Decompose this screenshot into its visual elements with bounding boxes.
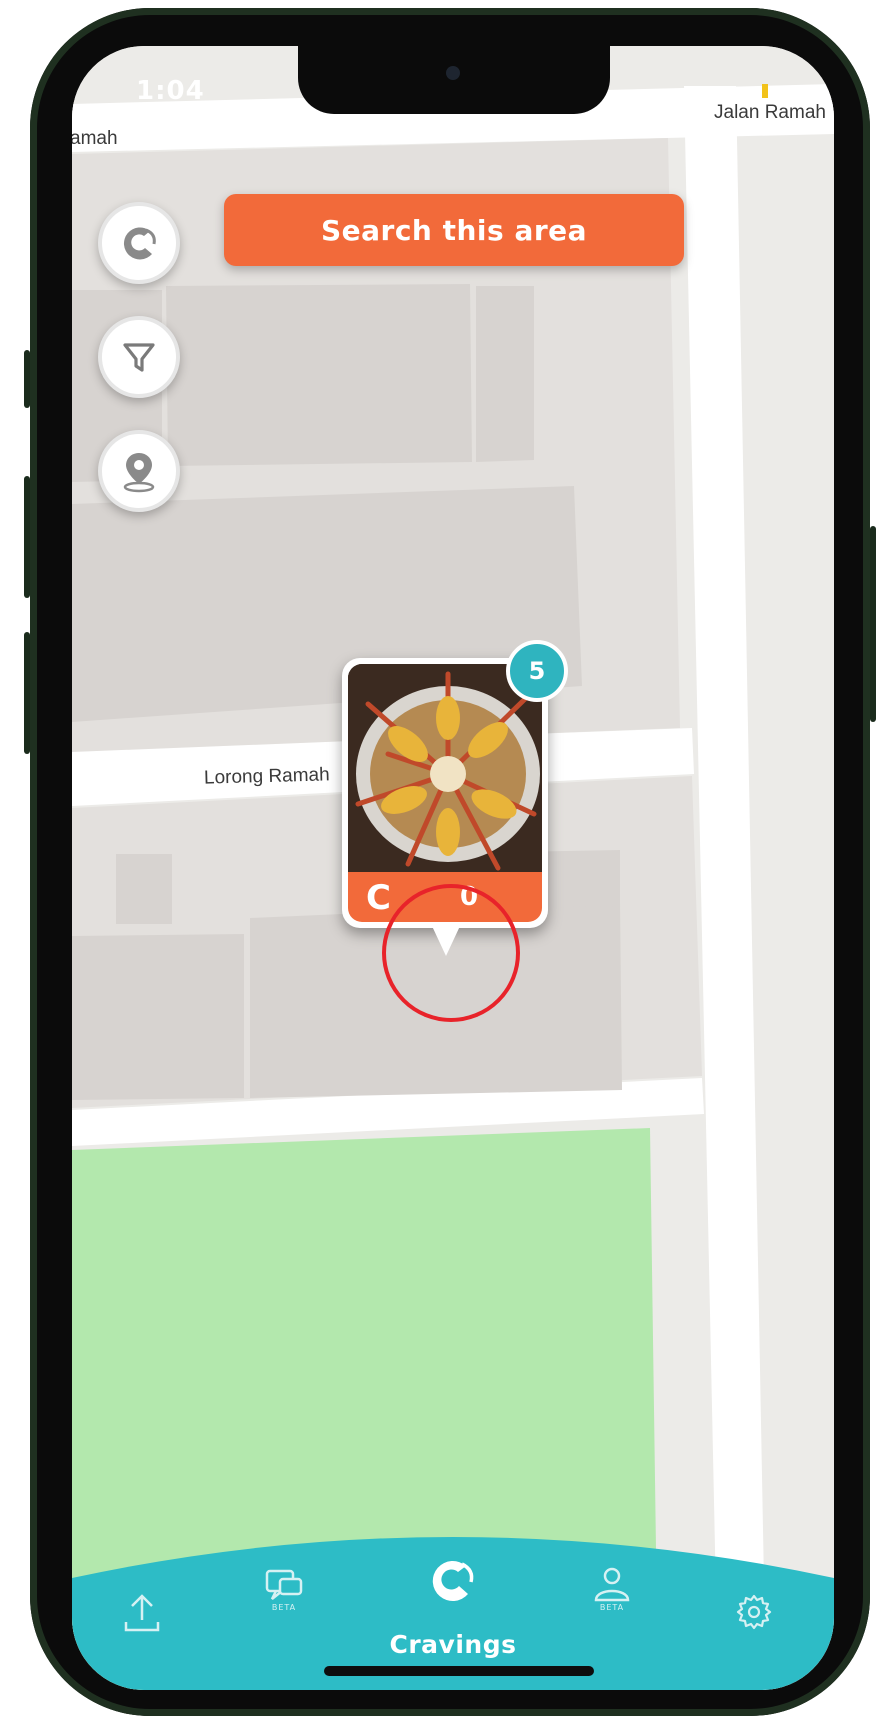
search-this-area-button[interactable]: Search this area [224,194,684,266]
nav-chat-beta-tag: BETA [271,1603,297,1612]
crave-logo-icon [432,1561,474,1602]
nav-settings[interactable] [734,1592,774,1632]
phone-volume-down-button [24,632,30,754]
building [72,934,244,1100]
app-logo-button[interactable] [98,202,180,284]
prawn-dish-image [348,664,542,872]
location-button[interactable] [98,430,180,512]
building [116,854,172,924]
tap-highlight-ring [382,884,520,1022]
street-label-jalan-ramah: Jalan Ramah [714,102,826,123]
poi-marker [762,84,768,98]
camera-notch [298,46,610,114]
crave-logo-icon [123,227,156,260]
phone-screen: 1:04 amah Jalan Ramah Lorong Ramah Searc… [72,46,834,1690]
street-label-lorong-ramah: Lorong Ramah [203,764,330,789]
building [166,284,472,466]
phone-action-button [24,350,30,408]
nav-chat[interactable]: BETA [264,1568,304,1612]
location-pin-icon [123,453,155,493]
nav-cravings[interactable] [424,1552,480,1608]
marker-logo: C [366,878,391,918]
phone-power-button [870,526,876,722]
chat-icon [265,1569,303,1600]
building [476,286,534,462]
nav-profile[interactable]: BETA [592,1566,632,1612]
nav-upload[interactable] [122,1590,162,1634]
nav-cravings-label: Cravings [389,1630,517,1659]
street-label-top-left: amah [72,128,118,149]
phone-volume-up-button [24,476,30,598]
food-photo-prawns [348,664,542,872]
filter-button[interactable] [98,316,180,398]
front-camera [446,66,460,80]
status-time: 1:04 [136,76,205,106]
nav-profile-beta-tag: BETA [599,1603,625,1612]
user-icon [594,1567,630,1602]
gear-icon [736,1594,772,1630]
upload-icon [124,1594,160,1632]
filter-icon [123,343,155,372]
home-indicator[interactable] [324,1666,594,1676]
cluster-count-badge: 5 [506,640,568,702]
